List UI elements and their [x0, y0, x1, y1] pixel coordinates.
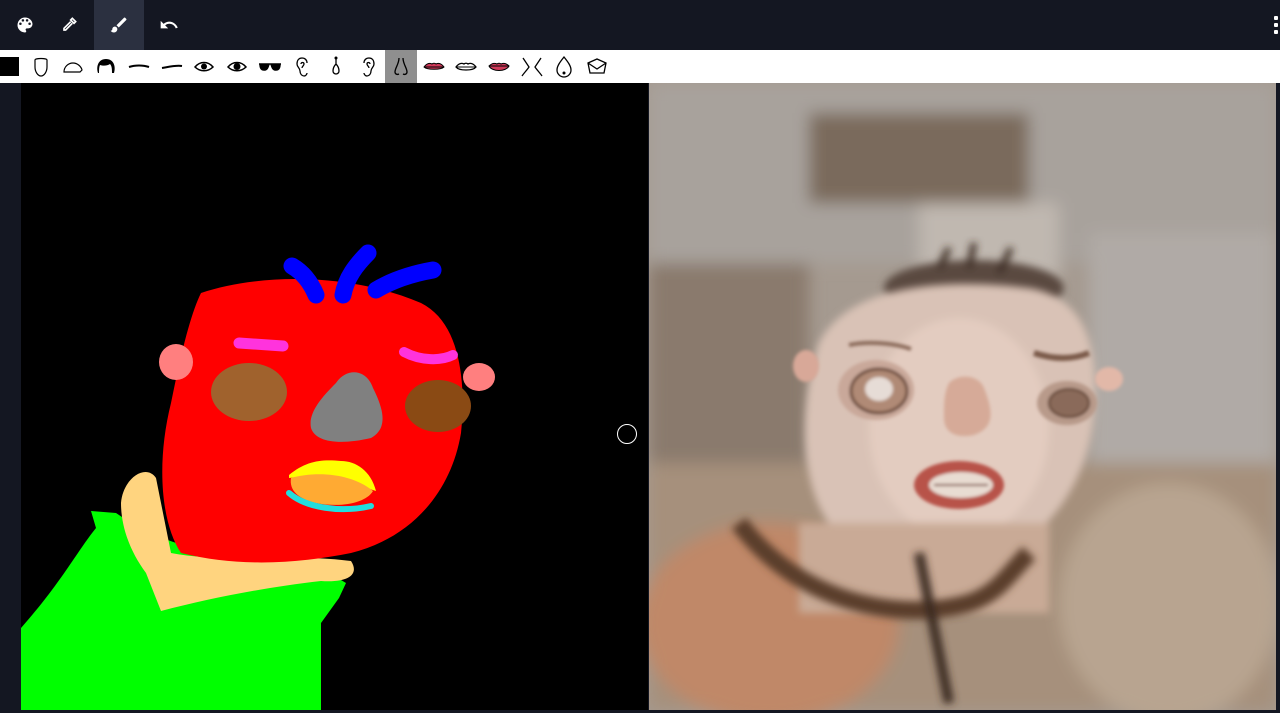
label-lower-lip[interactable]: [483, 50, 515, 83]
left-eye-region: [211, 363, 287, 421]
label-cloth[interactable]: [57, 50, 89, 83]
hair-icon: [97, 58, 115, 73]
right-ear-icon: [363, 56, 375, 77]
right-eye-icon: [226, 61, 248, 71]
label-hair[interactable]: [90, 50, 122, 83]
right-brow-icon: [161, 64, 183, 69]
drawing-canvas[interactable]: [21, 83, 648, 710]
cloth-icon: [63, 61, 83, 73]
label-hat[interactable]: [581, 50, 613, 83]
label-necklace[interactable]: [548, 50, 580, 83]
undo-icon: [160, 20, 178, 29]
mouth-icon: [455, 62, 477, 71]
right-ear-region: [463, 363, 495, 391]
background-swatch[interactable]: [0, 57, 19, 76]
brush-icon: [110, 17, 127, 33]
hat-icon: [587, 57, 607, 74]
earring-icon: [332, 56, 340, 75]
label-nose[interactable]: [385, 50, 417, 83]
left-ear-icon: [296, 56, 308, 77]
right-eye-region: [405, 380, 471, 432]
eyedropper-icon: [63, 17, 77, 31]
left-brow-region: [233, 337, 289, 352]
eyedropper-button[interactable]: [44, 0, 94, 50]
label-left-eye[interactable]: [188, 50, 220, 83]
left-ear-region: [159, 344, 193, 380]
label-left-ear[interactable]: [287, 50, 319, 83]
vertical-dots-icon: [1274, 16, 1278, 20]
upper-lip-icon: [423, 62, 445, 70]
eyeglasses-icon: [259, 62, 281, 71]
neck-icon: [521, 57, 543, 76]
label-eyeglasses[interactable]: [254, 50, 286, 83]
nose-icon: [394, 57, 408, 75]
left-eye-icon: [193, 61, 215, 71]
left-brow-icon: [128, 64, 150, 68]
generated-result-image: [649, 83, 1276, 710]
palette-button[interactable]: [0, 0, 50, 50]
palette-icon: [17, 17, 33, 33]
label-right-eye[interactable]: [221, 50, 253, 83]
label-mouth[interactable]: [450, 50, 482, 83]
label-skin[interactable]: [25, 50, 57, 83]
label-earring[interactable]: [320, 50, 352, 83]
face-part-bar: [0, 50, 1280, 83]
mask-drawing: [21, 244, 495, 710]
label-right-ear[interactable]: [352, 50, 384, 83]
generated-face: [649, 83, 1276, 710]
brush-button[interactable]: [94, 0, 144, 50]
label-left-brow[interactable]: [123, 50, 155, 83]
necklace-icon: [556, 55, 572, 78]
face-outline-icon: [34, 57, 48, 77]
label-neck[interactable]: [516, 50, 548, 83]
top-toolbar: [0, 0, 1280, 50]
label-upper-lip[interactable]: [418, 50, 450, 83]
lower-lip-icon: [488, 62, 510, 71]
undo-button[interactable]: [144, 0, 194, 50]
label-right-brow[interactable]: [156, 50, 188, 83]
overflow-menu-button[interactable]: [1272, 10, 1280, 40]
